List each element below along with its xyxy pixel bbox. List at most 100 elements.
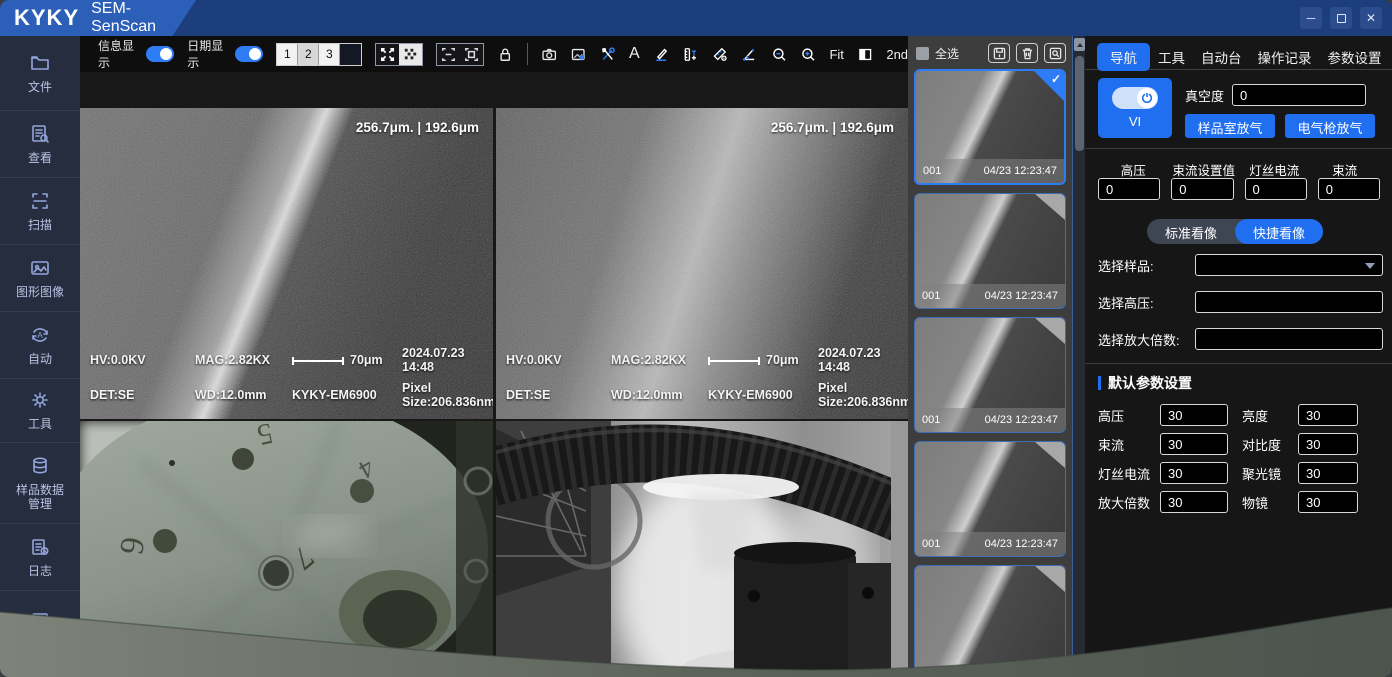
layout-2-button[interactable]: 2	[298, 44, 319, 65]
standard-imaging-button[interactable]: 标准看像	[1147, 219, 1235, 244]
second-view-button[interactable]: 2nd	[886, 47, 908, 62]
chamber-vent-button[interactable]: 样品室放气	[1185, 114, 1275, 138]
beam-set-label: 束流设置值	[1169, 160, 1240, 179]
info-display-label: 信息显示	[98, 37, 139, 71]
stage-camera-image[interactable]: 5 4 7 6	[80, 421, 493, 677]
vi-label: VI	[1129, 114, 1141, 129]
select-mag-input[interactable]	[1195, 328, 1383, 350]
control-panel: 导航 工具 自动台 操作记录 参数设置 VI 真空度 样品室放气 电气枪放气 高…	[1085, 36, 1392, 677]
focus-area-button[interactable]	[460, 44, 483, 65]
delete-thumbnails-button[interactable]	[1016, 43, 1038, 63]
select-all-label: 全选	[935, 45, 982, 62]
tab-navigation[interactable]: 导航	[1097, 43, 1150, 71]
camera-capture-icon[interactable]	[541, 45, 557, 64]
fit-button[interactable]: Fit	[829, 47, 843, 62]
thumb-time: 04/23 12:23:47	[985, 538, 1058, 550]
sidebar-item-log[interactable]: 日志	[0, 523, 80, 590]
chamber-camera-image[interactable]	[496, 421, 908, 677]
minimize-button[interactable]: ─	[1300, 7, 1322, 29]
angle-tool-icon[interactable]	[741, 45, 757, 64]
sidebar: 文件 查看 扫描 图形图像 A 自动 工具 样品数据管理 日志	[0, 36, 80, 677]
expand-arrows-button[interactable]	[376, 44, 399, 65]
vacuum-input[interactable]	[1232, 84, 1366, 106]
logo-wedge: KYKY SEM-SenScan	[0, 0, 196, 36]
thumbnail-scrollbar[interactable]	[1072, 36, 1085, 677]
select-hv-input[interactable]	[1195, 291, 1383, 313]
hv-readout-input[interactable]	[1098, 178, 1160, 200]
tools-icon[interactable]	[600, 45, 616, 64]
select-all-checkbox[interactable]	[916, 47, 929, 60]
param-contrast-input[interactable]	[1298, 433, 1358, 455]
sidebar-item-more[interactable]	[0, 590, 80, 677]
dither-button[interactable]	[399, 44, 422, 65]
pixel-size-value: Pixel Size:206.836nm	[402, 381, 493, 409]
measure-view-icon[interactable]	[712, 45, 728, 64]
sidebar-item-scan[interactable]: 扫描	[0, 177, 80, 244]
scrollbar-thumb[interactable]	[1075, 56, 1084, 151]
default-params-grid: 高压 亮度 束流 对比度 灯丝电流 聚光镜 放大倍数 物镜	[1098, 404, 1358, 513]
thumbnail-panel: 全选 ✓ 001 04/23 12:23:47 001 04/23 12:	[908, 36, 1072, 677]
select-hv-label: 选择高压:	[1098, 293, 1195, 312]
maximize-button[interactable]	[1330, 7, 1352, 29]
chevron-down-icon	[1365, 263, 1375, 269]
focus-bracket-button[interactable]	[437, 44, 460, 65]
sidebar-item-auto[interactable]: A 自动	[0, 311, 80, 378]
layout-3-button[interactable]: 3	[319, 44, 340, 65]
filament-input[interactable]	[1245, 178, 1307, 200]
bracket-box-icon	[462, 45, 481, 64]
gun-vent-button[interactable]: 电气枪放气	[1285, 114, 1375, 138]
sem-image-2[interactable]: 256.7μm. | 192.6μm HV:0.0KV MAG:2.82KX 7…	[496, 108, 908, 419]
param-mag-label: 放大倍数	[1098, 493, 1160, 512]
beam-input[interactable]	[1318, 178, 1380, 200]
quick-imaging-button[interactable]: 快捷看像	[1235, 219, 1323, 244]
sidebar-item-view[interactable]: 查看	[0, 110, 80, 177]
archive-icon	[30, 610, 50, 630]
tab-parameter-settings[interactable]: 参数设置	[1320, 43, 1390, 71]
sidebar-item-tools[interactable]: 工具	[0, 378, 80, 442]
corner-mark	[1035, 318, 1065, 344]
thumbnail-1[interactable]: ✓ 001 04/23 12:23:47	[914, 69, 1066, 185]
thumbnail-3[interactable]: 001 04/23 12:23:47	[914, 317, 1066, 433]
param-brightness-input[interactable]	[1298, 404, 1358, 426]
preview-thumbnails-button[interactable]	[1044, 43, 1066, 63]
export-thumbnails-button[interactable]	[988, 43, 1010, 63]
pen-tool-icon[interactable]	[653, 45, 669, 64]
param-condenser-input[interactable]	[1298, 462, 1358, 484]
param-filament-input[interactable]	[1160, 462, 1228, 484]
zoom-out-icon[interactable]	[771, 45, 787, 64]
auto-icon: A	[30, 325, 50, 345]
sidebar-item-images[interactable]: 图形图像	[0, 244, 80, 311]
tab-tools[interactable]: 工具	[1150, 43, 1193, 71]
lock-icon[interactable]	[497, 45, 513, 64]
save-image-icon[interactable]	[570, 45, 586, 64]
sidebar-item-files[interactable]: 文件	[0, 36, 80, 110]
thumbnail-4[interactable]: 001 04/23 12:23:47	[914, 441, 1066, 557]
param-condenser-label: 聚光镜	[1228, 464, 1298, 483]
param-beam-input[interactable]	[1160, 433, 1228, 455]
thumbnail-2[interactable]: 001 04/23 12:23:47	[914, 193, 1066, 309]
date-display-toggle[interactable]	[235, 46, 263, 62]
param-objective-input[interactable]	[1298, 491, 1358, 513]
tab-auto-stage[interactable]: 自动台	[1193, 43, 1250, 71]
layout-1-button[interactable]: 1	[277, 44, 298, 65]
ruler-add-icon[interactable]	[682, 45, 698, 64]
select-sample-dropdown[interactable]	[1195, 254, 1383, 276]
thumbnail-5[interactable]	[914, 565, 1066, 677]
layout-4-button[interactable]	[340, 44, 361, 65]
beam-set-input[interactable]	[1171, 178, 1233, 200]
param-mag-input[interactable]	[1160, 491, 1228, 513]
text-annotation-tool[interactable]: A	[629, 45, 640, 63]
zoom-in-icon[interactable]	[800, 45, 816, 64]
split-view-icon[interactable]	[857, 45, 873, 64]
tab-operation-log[interactable]: 操作记录	[1250, 43, 1320, 71]
param-hv-input[interactable]	[1160, 404, 1228, 426]
vi-toggle[interactable]	[1112, 87, 1158, 109]
close-button[interactable]: ✕	[1360, 7, 1382, 29]
vi-vacuum-card[interactable]: VI	[1098, 78, 1172, 138]
preview-icon	[1049, 47, 1062, 60]
scroll-up-button[interactable]	[1074, 38, 1085, 51]
save-file-icon	[993, 47, 1006, 60]
info-display-toggle[interactable]	[146, 46, 174, 62]
sem-image-1[interactable]: 256.7μm. | 192.6μm HV:0.0KV MAG:2.82KX 7…	[80, 108, 493, 419]
sidebar-item-sample-data[interactable]: 样品数据管理	[0, 442, 80, 523]
